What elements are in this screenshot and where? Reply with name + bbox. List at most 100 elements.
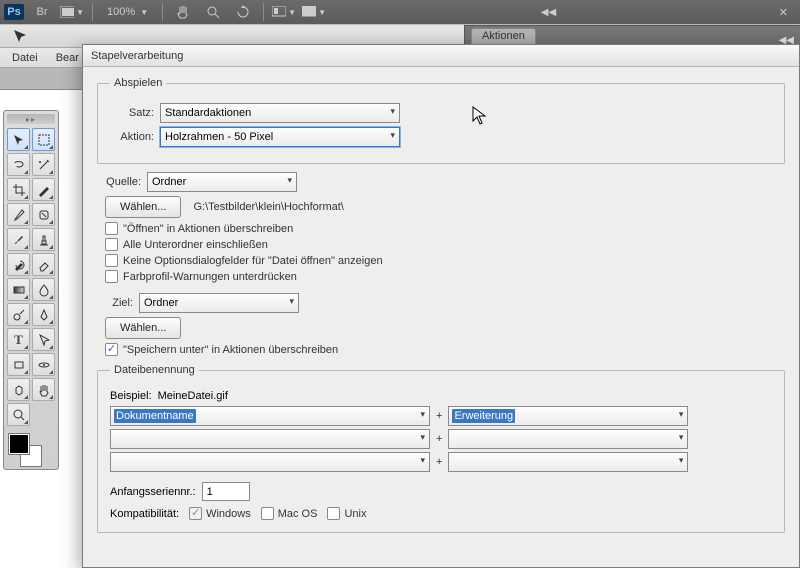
- naming-slot3-wrap: [110, 429, 430, 449]
- window-close-button[interactable]: ✕: [771, 6, 796, 19]
- suppress-open-dialogs-checkbox[interactable]: [105, 254, 118, 267]
- tool-eraser[interactable]: [32, 253, 55, 276]
- suppress-profile-warnings-checkbox[interactable]: [105, 270, 118, 283]
- screen-icon: [272, 6, 286, 18]
- zoom-level[interactable]: 100% ▼: [101, 6, 154, 18]
- naming-plus: +: [434, 410, 444, 422]
- override-open-checkbox[interactable]: [105, 222, 118, 235]
- bridge-btn[interactable]: Br: [30, 2, 54, 22]
- tool-brush[interactable]: [7, 228, 30, 251]
- play-legend: Abspielen: [110, 77, 166, 89]
- compat-mac-checkbox[interactable]: [261, 507, 274, 520]
- set-dropdown[interactable]: Standardaktionen: [160, 103, 400, 123]
- dest-choose-button[interactable]: Wählen...: [105, 317, 181, 339]
- override-save-checkbox[interactable]: [105, 343, 118, 356]
- serial-input[interactable]: [202, 482, 250, 501]
- naming-legend: Dateibenennung: [110, 364, 199, 376]
- color-swatches[interactable]: [7, 432, 55, 466]
- override-open-label: "Öffnen" in Aktionen überschreiben: [123, 223, 293, 235]
- dest-combo-wrap: Ordner: [139, 293, 299, 313]
- dest-dropdown[interactable]: Ordner: [139, 293, 299, 313]
- chevron-down-icon: ▼: [318, 8, 326, 17]
- collapse-panels-icon[interactable]: ◀◀: [535, 7, 562, 18]
- example-value: MeineDatei.gif: [158, 390, 228, 402]
- include-subfolders-label: Alle Unterordner einschließen: [123, 239, 268, 251]
- film-icon: [60, 6, 74, 18]
- rotate-shortcut[interactable]: [231, 2, 255, 22]
- naming-fieldset: Dateibenennung Beispiel: MeineDatei.gif …: [97, 364, 785, 533]
- menu-file[interactable]: Datei: [4, 50, 46, 66]
- magnifier-icon: [206, 5, 220, 19]
- zoom-tool-shortcut[interactable]: [201, 2, 225, 22]
- suppress-open-dialogs-label: Keine Optionsdialogfelder für "Datei öff…: [123, 255, 383, 267]
- move-icon: [12, 28, 28, 44]
- tool-path-select[interactable]: [32, 328, 55, 351]
- tools-palette: ▸▸ T: [3, 110, 59, 470]
- compat-label: Kompatibilität:: [110, 508, 179, 520]
- naming-slot6-dropdown[interactable]: [448, 452, 688, 472]
- source-label: Quelle:: [97, 176, 141, 188]
- tool-crop[interactable]: [7, 178, 30, 201]
- tool-eyedropper[interactable]: [7, 203, 30, 226]
- set-combo-wrap: Standardaktionen: [160, 103, 400, 123]
- tool-pen[interactable]: [32, 303, 55, 326]
- compat-unix[interactable]: Unix: [327, 507, 366, 520]
- viewmode-btn[interactable]: ▼: [60, 2, 84, 22]
- tool-patch[interactable]: [32, 203, 55, 226]
- tool-dodge[interactable]: [7, 303, 30, 326]
- action-label: Aktion:: [110, 131, 154, 143]
- example-label: Beispiel:: [110, 390, 152, 402]
- tool-gradient[interactable]: [7, 278, 30, 301]
- hand-icon: [176, 5, 190, 19]
- dialog-body: Abspielen Satz: Standardaktionen Aktion:…: [83, 67, 799, 551]
- tool-shape[interactable]: [7, 353, 30, 376]
- source-combo-wrap: Ordner: [147, 172, 297, 192]
- batch-dialog: Stapelverarbeitung Abspielen Satz: Stand…: [82, 44, 800, 568]
- naming-slot1-dropdown[interactable]: [110, 406, 430, 426]
- source-dropdown[interactable]: Ordner: [147, 172, 297, 192]
- compat-windows: Windows: [189, 507, 251, 520]
- foreground-color-swatch[interactable]: [9, 434, 29, 454]
- source-choose-button[interactable]: Wählen...: [105, 196, 181, 218]
- naming-slot2-dropdown[interactable]: [448, 406, 688, 426]
- tool-wand[interactable]: [32, 153, 55, 176]
- naming-slot5-dropdown[interactable]: [110, 452, 430, 472]
- naming-slot4-dropdown[interactable]: [448, 429, 688, 449]
- tool-3d-pan[interactable]: [7, 378, 30, 401]
- compat-unix-checkbox[interactable]: [327, 507, 340, 520]
- arrange-btn[interactable]: ▼: [302, 2, 326, 22]
- tool-lasso[interactable]: [7, 153, 30, 176]
- compat-mac[interactable]: Mac OS: [261, 507, 318, 520]
- arrange-icon: [302, 6, 316, 18]
- hand-tool-shortcut[interactable]: [171, 2, 195, 22]
- chevron-down-icon: ▼: [76, 8, 84, 17]
- top-separator: [263, 3, 264, 21]
- chevron-down-icon: ▼: [140, 8, 148, 17]
- tool-stamp[interactable]: [32, 228, 55, 251]
- top-separator: [92, 3, 93, 21]
- naming-plus: +: [434, 433, 444, 445]
- include-subfolders-checkbox[interactable]: [105, 238, 118, 251]
- naming-slot5-wrap: [110, 452, 430, 472]
- tool-zoom[interactable]: [7, 403, 30, 426]
- tool-history-brush[interactable]: [7, 253, 30, 276]
- bridge-label: Br: [37, 6, 48, 18]
- naming-slot3-dropdown[interactable]: [110, 429, 430, 449]
- tool-blur[interactable]: [32, 278, 55, 301]
- dialog-title-bar[interactable]: Stapelverarbeitung: [83, 45, 799, 67]
- tool-3d-rotate[interactable]: [32, 353, 55, 376]
- palette-grip[interactable]: ▸▸: [7, 114, 55, 124]
- source-path: G:\Testbilder\klein\Hochformat\: [193, 201, 343, 213]
- naming-slot4-wrap: [448, 429, 688, 449]
- tool-type[interactable]: T: [7, 328, 30, 351]
- tool-marquee[interactable]: [32, 128, 55, 151]
- tool-slice[interactable]: [32, 178, 55, 201]
- current-tool-icon[interactable]: [6, 26, 34, 46]
- top-separator: [162, 3, 163, 21]
- compat-windows-checkbox: [189, 507, 202, 520]
- tool-move[interactable]: [7, 128, 30, 151]
- type-icon: T: [14, 332, 23, 348]
- screen-mode-btn[interactable]: ▼: [272, 2, 296, 22]
- action-dropdown[interactable]: Holzrahmen - 50 Pixel: [160, 127, 400, 147]
- tool-hand[interactable]: [32, 378, 55, 401]
